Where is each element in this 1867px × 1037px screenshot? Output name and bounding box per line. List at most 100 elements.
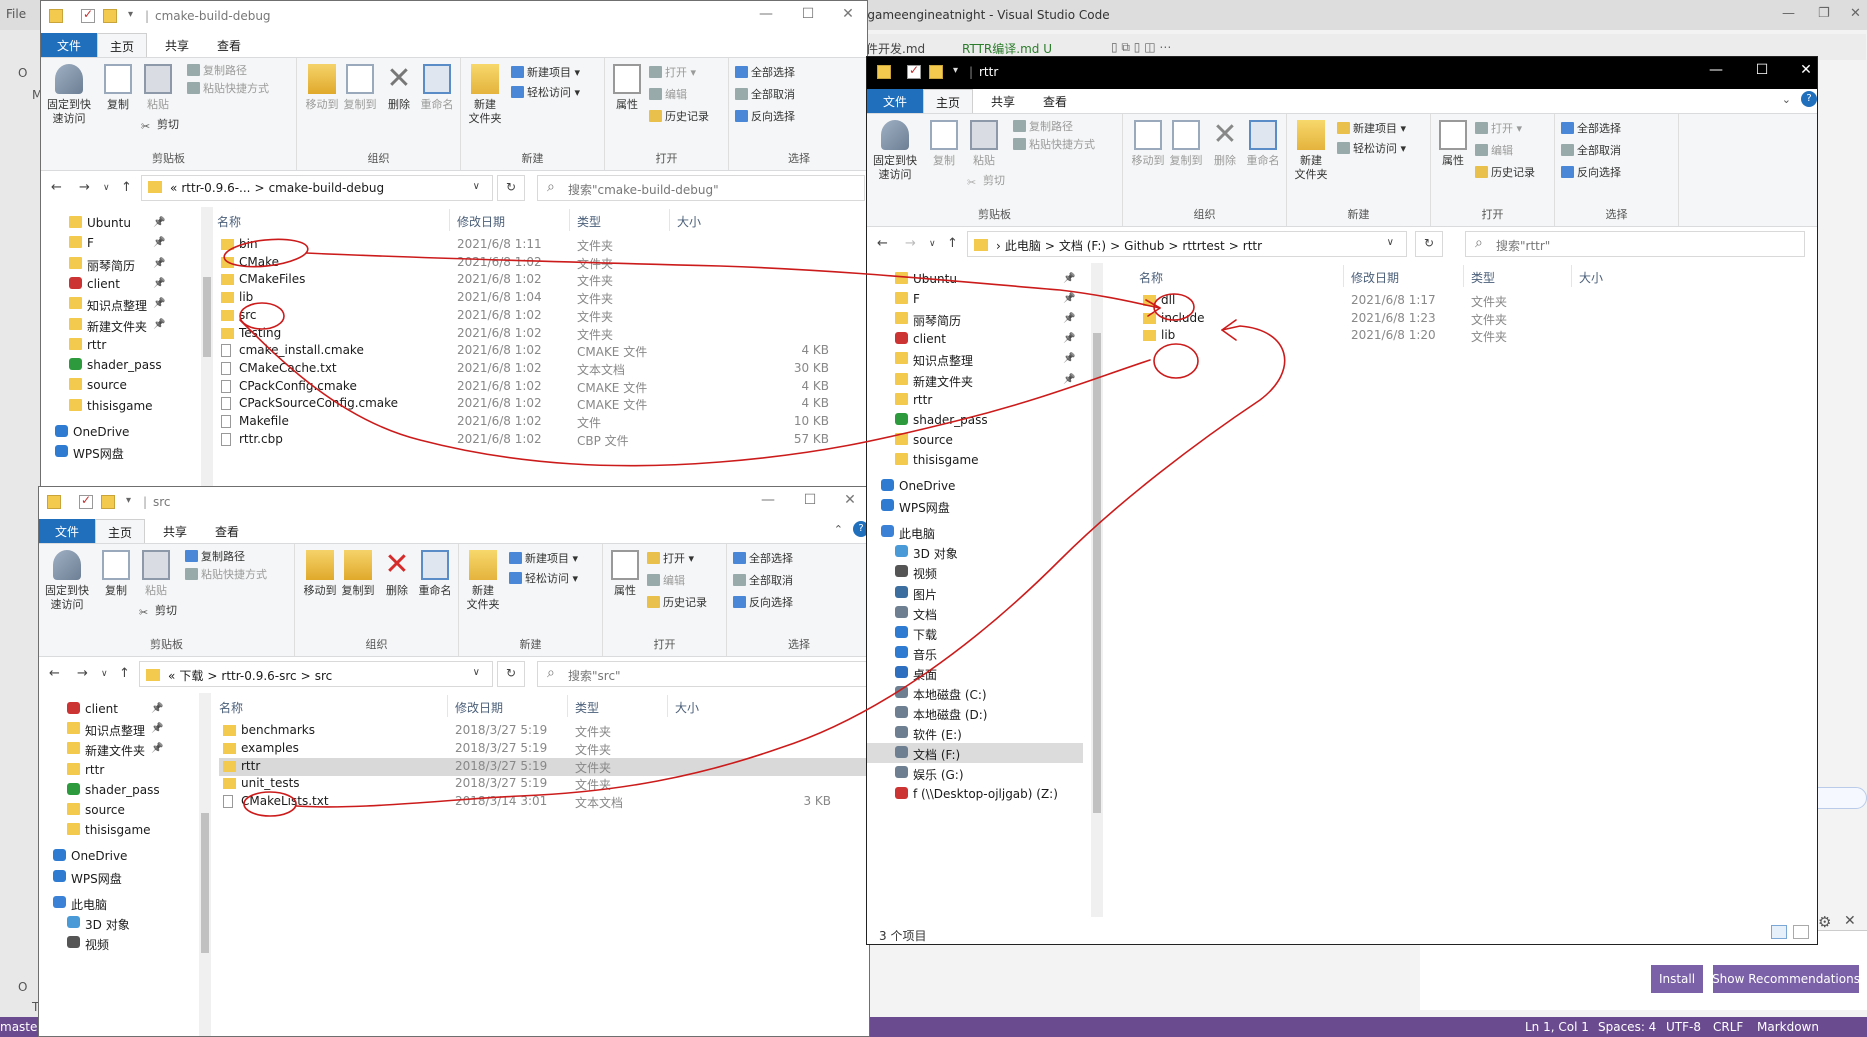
delete-button[interactable]: ✕ 删除 bbox=[383, 64, 415, 112]
copy-to-button[interactable]: 复制到 bbox=[341, 550, 375, 598]
sidebar-item[interactable]: 新建文件夹 📌 bbox=[867, 370, 1083, 390]
tab-share[interactable]: 共享 bbox=[165, 37, 189, 54]
sidebar-item[interactable]: source bbox=[39, 800, 171, 820]
column-name[interactable]: 名称 bbox=[217, 213, 241, 230]
pin-icon[interactable]: 📌 bbox=[153, 319, 165, 330]
minimize-icon[interactable]: — bbox=[751, 6, 781, 22]
tab-home[interactable]: 主页 bbox=[923, 89, 974, 113]
encoding[interactable]: UTF-8 bbox=[1666, 1020, 1701, 1034]
column-size[interactable]: 大小 bbox=[1579, 269, 1603, 286]
maximize-icon[interactable]: ☐ bbox=[795, 492, 825, 508]
pin-icon[interactable]: 📌 bbox=[153, 237, 165, 248]
tab-view[interactable]: 查看 bbox=[215, 523, 239, 540]
column-modified[interactable]: 修改日期 bbox=[457, 213, 505, 230]
new-folder-button[interactable]: 新建 文件夹 bbox=[1291, 120, 1331, 182]
file-row[interactable]: Testing 2021/6/8 1:02 文件夹 bbox=[217, 325, 867, 343]
sidebar-item[interactable]: thisisgame bbox=[41, 396, 173, 416]
recent-dropdown-icon[interactable]: ∨ bbox=[101, 669, 108, 679]
sidebar-item[interactable]: 3D 对象 bbox=[39, 913, 171, 933]
history-button[interactable]: 历史记录 bbox=[647, 596, 707, 610]
copy-path-button[interactable]: 复制路径 bbox=[1013, 120, 1073, 134]
paste-shortcut-button[interactable]: 粘贴快捷方式 bbox=[187, 82, 269, 96]
file-row[interactable]: lib 2021/6/8 1:20 文件夹 bbox=[1139, 327, 1817, 345]
file-row[interactable]: CMakeLists.txt 2018/3/14 3:01 文本文档 3 KB bbox=[219, 793, 869, 811]
sidebar-item[interactable]: 新建文件夹 📌 bbox=[39, 739, 171, 759]
sidebar-item[interactable]: F 📌 bbox=[41, 233, 173, 253]
tab-share[interactable]: 共享 bbox=[991, 93, 1015, 110]
new-folder-button[interactable]: 新建 文件夹 bbox=[463, 550, 503, 612]
vscode-editor-actions-icon[interactable]: ▯ ⧉ ▯ ◫ ⋯ bbox=[1111, 40, 1171, 55]
open-button[interactable]: 打开 ▾ bbox=[649, 66, 696, 80]
vscode-minimize-icon[interactable]: — bbox=[1782, 6, 1795, 21]
refresh-button[interactable]: ↻ bbox=[497, 175, 525, 201]
tab-view[interactable]: 查看 bbox=[217, 37, 241, 54]
edit-button[interactable]: 编辑 bbox=[649, 88, 687, 102]
tab-file[interactable]: 文件 bbox=[41, 33, 97, 57]
sidebar-item[interactable]: 文档 bbox=[867, 603, 1083, 623]
help-icon[interactable]: ? bbox=[1801, 91, 1817, 107]
sidebar-item[interactable]: 知识点整理 📌 bbox=[39, 719, 171, 739]
column-type[interactable]: 类型 bbox=[1471, 269, 1495, 286]
pin-quick-access-button[interactable]: 固定到快 速访问 bbox=[871, 120, 919, 182]
sidebar-item[interactable]: shader_pass bbox=[867, 410, 1083, 430]
sidebar-item[interactable]: 娱乐 (G:) bbox=[867, 763, 1083, 783]
vscode-close-icon[interactable]: ✕ bbox=[1850, 6, 1861, 21]
recent-dropdown-icon[interactable]: ∨ bbox=[103, 183, 110, 193]
sidebar-item[interactable]: thisisgame bbox=[867, 450, 1083, 470]
column-modified[interactable]: 修改日期 bbox=[1351, 269, 1399, 286]
sidebar-item[interactable]: WPS网盘 bbox=[41, 442, 173, 462]
forward-arrow-icon[interactable]: → bbox=[905, 236, 916, 251]
column-name[interactable]: 名称 bbox=[1139, 269, 1163, 286]
file-row[interactable]: benchmarks 2018/3/27 5:19 文件夹 bbox=[219, 722, 869, 740]
pin-quick-access-button[interactable]: 固定到快 速访问 bbox=[43, 550, 91, 612]
copy-button[interactable]: 复制 bbox=[99, 550, 133, 598]
sidebar-item[interactable]: 3D 对象 bbox=[867, 542, 1083, 562]
edit-button[interactable]: 编辑 bbox=[647, 574, 685, 588]
history-button[interactable]: 历史记录 bbox=[649, 110, 709, 124]
details-view-icon[interactable] bbox=[1771, 925, 1787, 939]
pin-icon[interactable]: 📌 bbox=[153, 258, 165, 269]
sidebar-item[interactable]: 桌面 bbox=[867, 663, 1083, 683]
file-row[interactable]: CPackConfig.cmake 2021/6/8 1:02 CMAKE 文件 4 … bbox=[217, 378, 867, 396]
indentation[interactable]: Spaces: 4 bbox=[1598, 1020, 1656, 1034]
file-row[interactable]: examples 2018/3/27 5:19 文件夹 bbox=[219, 740, 869, 758]
sidebar-item[interactable]: 下载 bbox=[867, 623, 1083, 643]
search-input[interactable]: 搜索"cmake-build-debug" bbox=[537, 175, 865, 201]
paste-button[interactable]: 粘贴 bbox=[967, 120, 1001, 168]
sidebar-item[interactable]: source bbox=[41, 375, 173, 395]
new-folder-icon[interactable] bbox=[929, 65, 943, 79]
column-modified[interactable]: 修改日期 bbox=[455, 699, 503, 716]
refresh-button[interactable]: ↻ bbox=[1415, 231, 1443, 257]
scrollbar[interactable] bbox=[199, 693, 211, 1036]
copy-path-button[interactable]: 复制路径 bbox=[187, 64, 247, 78]
select-none-button[interactable]: 全部取消 bbox=[733, 574, 793, 588]
sidebar-item[interactable]: 视频 bbox=[39, 933, 171, 953]
pin-quick-access-button[interactable]: 固定到快 速访问 bbox=[45, 64, 93, 126]
back-arrow-icon[interactable]: ← bbox=[49, 666, 60, 681]
tab-share[interactable]: 共享 bbox=[163, 523, 187, 540]
pin-icon[interactable]: 📌 bbox=[153, 298, 165, 309]
chevron-down-icon[interactable]: ▾ bbox=[128, 9, 138, 23]
chevron-down-icon[interactable]: ▾ bbox=[953, 65, 963, 79]
pin-icon[interactable]: 📌 bbox=[153, 278, 165, 289]
sidebar-item[interactable]: 此电脑 bbox=[39, 893, 171, 913]
paste-button[interactable]: 粘贴 bbox=[139, 550, 173, 598]
file-row[interactable]: Makefile 2021/6/8 1:02 文件 10 KB bbox=[217, 413, 867, 431]
sidebar-item[interactable]: 此电脑 bbox=[867, 522, 1083, 542]
copy-to-button[interactable]: 复制到 bbox=[1169, 120, 1203, 168]
up-arrow-icon[interactable]: ↑ bbox=[121, 180, 132, 195]
paste-shortcut-button[interactable]: 粘贴快捷方式 bbox=[185, 568, 267, 582]
new-folder-button[interactable]: 新建 文件夹 bbox=[465, 64, 505, 126]
cursor-position[interactable]: Ln 1, Col 1 bbox=[1525, 1020, 1589, 1034]
pin-icon[interactable]: 📌 bbox=[153, 217, 165, 228]
easy-access-button[interactable]: 轻松访问 ▾ bbox=[511, 86, 580, 100]
pin-icon[interactable]: 📌 bbox=[1063, 313, 1075, 324]
sidebar-item[interactable]: 音乐 bbox=[867, 643, 1083, 663]
delete-button[interactable]: ✕ 删除 bbox=[1209, 120, 1241, 168]
select-none-button[interactable]: 全部取消 bbox=[1561, 144, 1621, 158]
sidebar-item[interactable]: WPS网盘 bbox=[867, 496, 1083, 516]
file-row[interactable]: CMake 2021/6/8 1:02 文件夹 bbox=[217, 254, 867, 272]
address-bar[interactable]: «rttr-0.9.6-... > cmake-build-debug ∨ bbox=[141, 175, 493, 201]
cut-button[interactable]: ✂ 剪切 bbox=[141, 118, 179, 133]
up-arrow-icon[interactable]: ↑ bbox=[947, 236, 958, 251]
